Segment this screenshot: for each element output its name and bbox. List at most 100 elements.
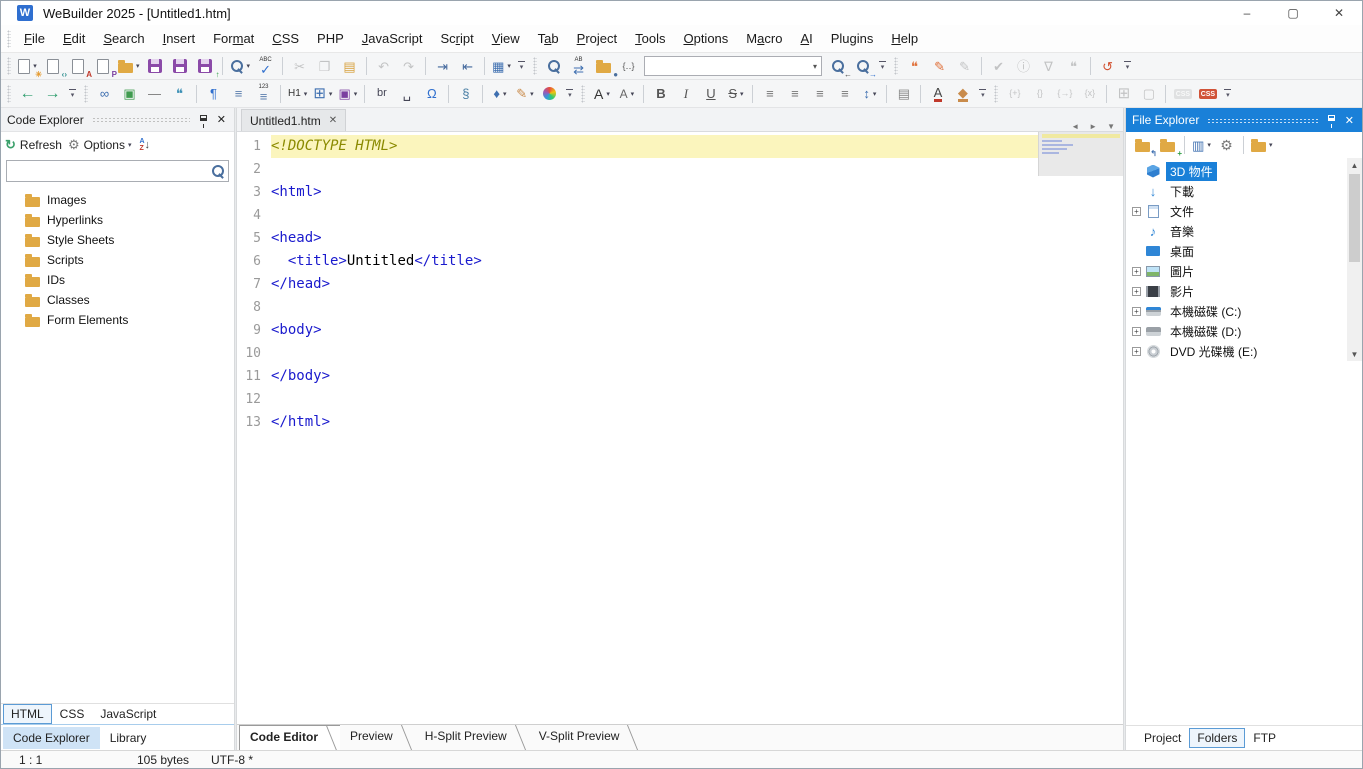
expand-icon[interactable]: + [1132,326,1141,336]
menu-view[interactable]: View [483,27,529,50]
sort-alpha-button[interactable]: AZ ↓ [139,138,150,152]
save-all-button[interactable] [169,55,192,77]
options-button[interactable]: ⚙ Options ▾ [68,137,132,153]
toolbar-grip[interactable] [894,57,899,75]
toolbar-overflow-button[interactable]: ▾ [67,83,78,105]
tab-library[interactable]: Library [100,727,157,749]
align-center-button[interactable]: ≡ [783,83,806,105]
tab-code-editor[interactable]: Code Editor [239,725,340,750]
toolbar-grip[interactable] [84,84,88,103]
ai-chat-button[interactable]: ❝ [903,55,926,77]
tree-item-hyperlinks[interactable]: Hyperlinks [1,210,234,230]
paragraph-format-button[interactable]: ▤ [892,83,915,105]
file-tree-item[interactable]: ↓ 下載 [1126,181,1347,201]
code-snippets-button[interactable]: {‥} [617,55,640,77]
increase-font-button[interactable]: A ▾ [590,83,613,105]
line-spacing-button[interactable]: ↕ ▾ [858,83,881,105]
file-tree-item[interactable]: + DVD 光碟機 (E:) [1126,341,1347,361]
settings-button[interactable]: ⚙ [1215,134,1238,156]
file-tree-scrollbar[interactable]: ▲ ▼ [1347,158,1362,361]
refresh-button[interactable]: ↻ Refresh [5,137,62,153]
find-in-files-button[interactable]: ● [592,55,618,79]
document-tab[interactable]: Untitled1.htm ✕ [241,109,347,131]
menu-macro[interactable]: Macro [737,27,791,50]
menu-format[interactable]: Format [204,27,263,50]
scroll-down-icon[interactable]: ▼ [1351,347,1359,361]
menu-css[interactable]: CSS [263,27,308,50]
tab-project[interactable]: Project [1136,728,1189,748]
tree-item-scripts[interactable]: Scripts [1,250,234,270]
expand-icon[interactable]: + [1132,306,1141,316]
minimize-button[interactable]: – [1224,1,1270,25]
menu-help[interactable]: Help [882,27,927,50]
minimap[interactable] [1038,132,1123,176]
code-editor[interactable]: 1 <!DOCTYPE HTML> 2 3 <html> 4 5 <head> 6 <title… [237,132,1123,724]
toolbar-overflow-button[interactable]: ▾ [1222,83,1233,105]
panel-layout-button[interactable]: ▦ ▾ [490,55,513,77]
italic-button[interactable]: I [674,83,697,105]
fill-color-button[interactable]: ◆ [951,83,974,105]
paragraph-button[interactable]: ¶ [202,83,225,105]
toolbar-grip[interactable] [994,84,999,103]
tab-code-explorer[interactable]: Code Explorer [3,726,100,749]
file-tree-item[interactable]: + 文件 [1126,201,1347,221]
toolbar-overflow-button[interactable]: ▾ [877,55,888,77]
expand-icon[interactable]: + [1132,206,1141,216]
bold-button[interactable]: B [649,83,672,105]
menu-ai[interactable]: AI [791,27,821,50]
view-mode-button[interactable]: ▥ ▾ [1190,134,1213,156]
tab-list-icon[interactable]: ▼ [1107,122,1115,131]
special-chars-button[interactable]: Ω [420,83,443,105]
new-folder-button[interactable]: + [1156,134,1182,158]
new-html-document-button[interactable]: ‹› [41,55,67,79]
menu-insert[interactable]: Insert [154,27,205,50]
menu-tab[interactable]: Tab [529,27,568,50]
insert-hr-button[interactable]: — [143,83,166,105]
tab-preview[interactable]: Preview [340,725,415,750]
save-upload-button[interactable]: ↑ [194,55,220,79]
insert-table-button[interactable]: ⊞ ▾ [311,83,334,105]
strikethrough-button[interactable]: S ▾ [724,83,747,105]
insert-comment-button[interactable]: ❝ [168,83,191,105]
insert-image-button[interactable]: ▣ [118,83,141,105]
file-tree-item[interactable]: ♪ 音樂 [1126,221,1347,241]
maximize-button[interactable]: ▢ [1270,1,1316,25]
pin-icon[interactable] [1327,115,1335,128]
tab-css[interactable]: CSS [52,704,93,724]
tab-ftp[interactable]: FTP [1245,728,1284,748]
menu-tools[interactable]: Tools [626,27,674,50]
bullet-list-button[interactable]: ≡ [227,83,250,105]
paste-button[interactable]: ▤ [338,55,361,77]
insert-link-button[interactable]: ∞ [93,83,116,105]
menu-plugins[interactable]: Plugins [822,27,883,50]
scrollbar-thumb[interactable] [1349,174,1360,262]
toolbar-grip[interactable] [7,57,11,75]
tree-item-ids[interactable]: IDs [1,270,234,290]
file-tree-item[interactable]: + 圖片 [1126,261,1347,281]
toolbar-overflow-button[interactable]: ▾ [516,55,527,77]
menu-edit[interactable]: Edit [54,27,94,50]
toolbar-grip[interactable] [581,84,586,103]
close-panel-icon[interactable]: ✕ [1343,113,1356,128]
tree-item-style-sheets[interactable]: Style Sheets [1,230,234,250]
file-tree-item[interactable]: 3D 物件 [1126,161,1347,181]
menu-file[interactable]: File [15,27,54,50]
expand-icon[interactable]: + [1132,286,1141,296]
navigate-forward-button[interactable]: → [41,83,64,105]
scroll-tabs-left-icon[interactable]: ◄ [1071,122,1079,131]
open-file-button[interactable]: ▾ [116,55,142,77]
scroll-up-icon[interactable]: ▲ [1351,158,1359,172]
new-stylesheet-button[interactable]: A [66,55,92,79]
tree-item-images[interactable]: Images [1,190,234,210]
tab-javascript[interactable]: JavaScript [92,704,164,724]
menu-javascript[interactable]: JavaScript [353,27,432,50]
find-button[interactable] [542,55,565,77]
tab-folders[interactable]: Folders [1189,728,1246,748]
menu-options[interactable]: Options [674,27,737,50]
file-tree-item[interactable]: 桌面 [1126,241,1347,261]
outdent-button[interactable]: ⇤ [456,55,479,77]
tab-h-split-preview[interactable]: H-Split Preview [415,725,529,750]
toolbar-overflow-button[interactable]: ▾ [977,83,988,105]
menu-script[interactable]: Script [431,27,482,50]
expand-icon[interactable]: + [1132,346,1141,356]
